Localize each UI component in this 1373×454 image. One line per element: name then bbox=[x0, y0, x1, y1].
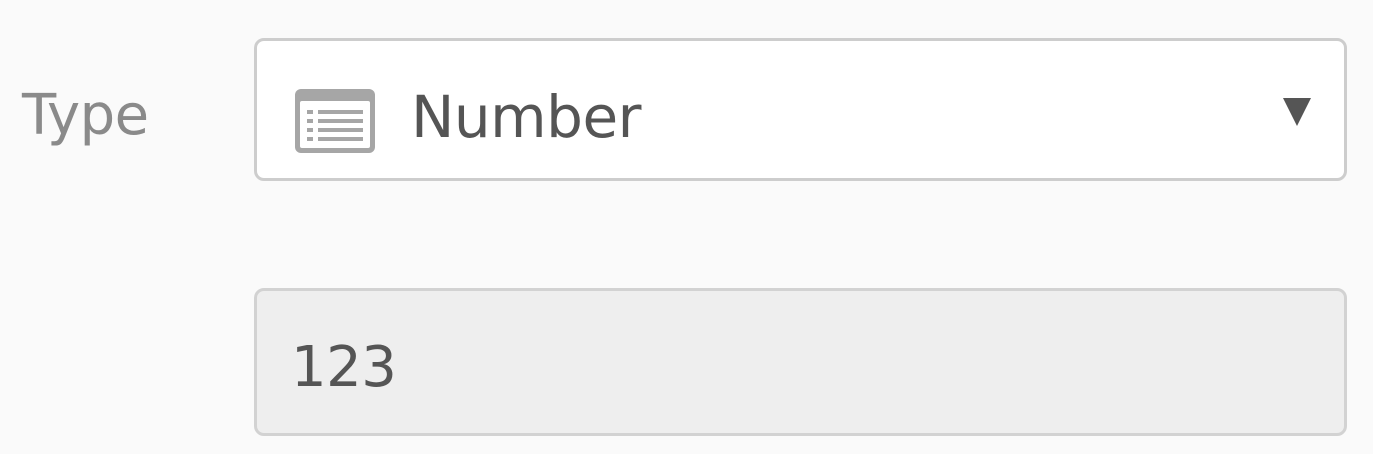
type-select-value: Number bbox=[411, 83, 642, 151]
triangle-down-icon bbox=[1283, 98, 1311, 126]
list-form-icon bbox=[295, 89, 375, 153]
type-select-dropdown[interactable]: Number bbox=[254, 38, 1347, 181]
type-label: Type bbox=[22, 83, 149, 148]
number-value-field: 123 bbox=[254, 288, 1347, 436]
number-value-text: 123 bbox=[291, 335, 397, 400]
